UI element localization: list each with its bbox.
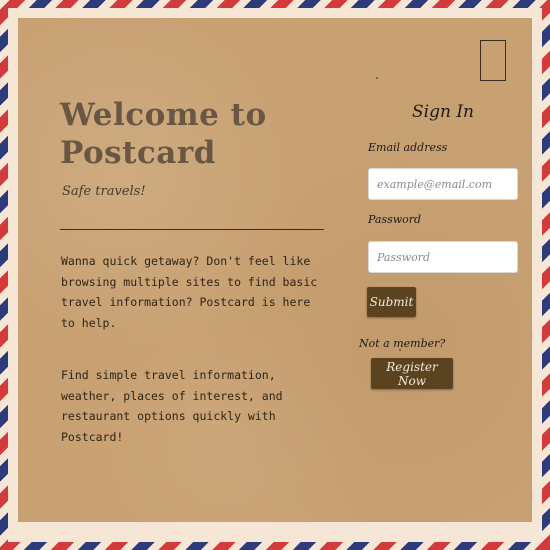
not-member-label: Not a member?	[359, 337, 446, 350]
password-label: Password	[368, 213, 422, 226]
password-field[interactable]	[368, 241, 518, 273]
intro-paragraph: Wanna quick getaway? Don't feel like bro…	[61, 254, 318, 330]
tagline: Safe travels!	[62, 184, 146, 199]
paper-speck	[376, 77, 378, 79]
register-button[interactable]: Register Now	[371, 358, 453, 389]
divider	[60, 229, 324, 230]
email-label: Email address	[368, 141, 448, 154]
submit-button[interactable]: Submit	[367, 287, 416, 317]
signin-title: Sign In	[412, 102, 474, 122]
page-title: Welcome to Postcard	[60, 97, 267, 171]
email-field[interactable]	[368, 168, 518, 200]
stamp-box	[480, 40, 506, 81]
features-paragraph: Find simple travel information, weather,…	[61, 368, 283, 444]
